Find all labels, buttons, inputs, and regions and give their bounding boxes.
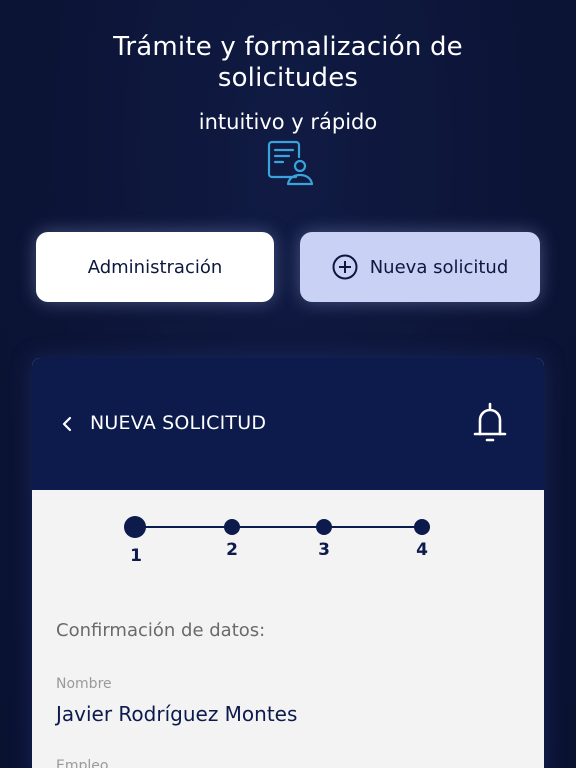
new-request-button[interactable]: Nueva solicitud (300, 232, 540, 302)
card-header: NUEVA SOLICITUD (32, 358, 544, 490)
step-number: 3 (318, 540, 330, 560)
stepper-line (136, 526, 422, 528)
administration-button[interactable]: Administración (36, 232, 274, 302)
section-title: Confirmación de datos: (56, 620, 266, 641)
card-header-title: NUEVA SOLICITUD (90, 412, 267, 434)
field-label-name: Nombre (56, 676, 112, 692)
chevron-left-icon[interactable] (60, 414, 74, 434)
page-subtitle: intuitivo y rápido (198, 110, 378, 134)
step-dot (414, 519, 430, 535)
page-title-line1: Trámite y formalización de (113, 32, 463, 62)
step-number: 4 (416, 540, 428, 560)
new-request-button-label: Nueva solicitud (369, 256, 509, 278)
step-number: 1 (130, 546, 142, 566)
field-value-name: Javier Rodríguez Montes (56, 702, 298, 726)
administration-button-label: Administración (87, 256, 223, 278)
document-user-icon (267, 140, 314, 186)
step-number: 2 (226, 540, 238, 560)
step-dot (316, 519, 332, 535)
plus-circle-icon (332, 254, 358, 280)
page-title-line2: solicitudes (217, 63, 359, 93)
step-dot (224, 519, 240, 535)
field-label-employment: Empleo (56, 758, 109, 768)
bell-icon[interactable] (472, 402, 508, 444)
step-dot-current (124, 516, 146, 538)
progress-stepper: 1 2 3 4 (122, 516, 442, 568)
page-title: Trámite y formalización de solicitudes (0, 32, 576, 94)
new-request-card: NUEVA SOLICITUD 1 2 3 4 Confirmación de … (32, 358, 544, 768)
